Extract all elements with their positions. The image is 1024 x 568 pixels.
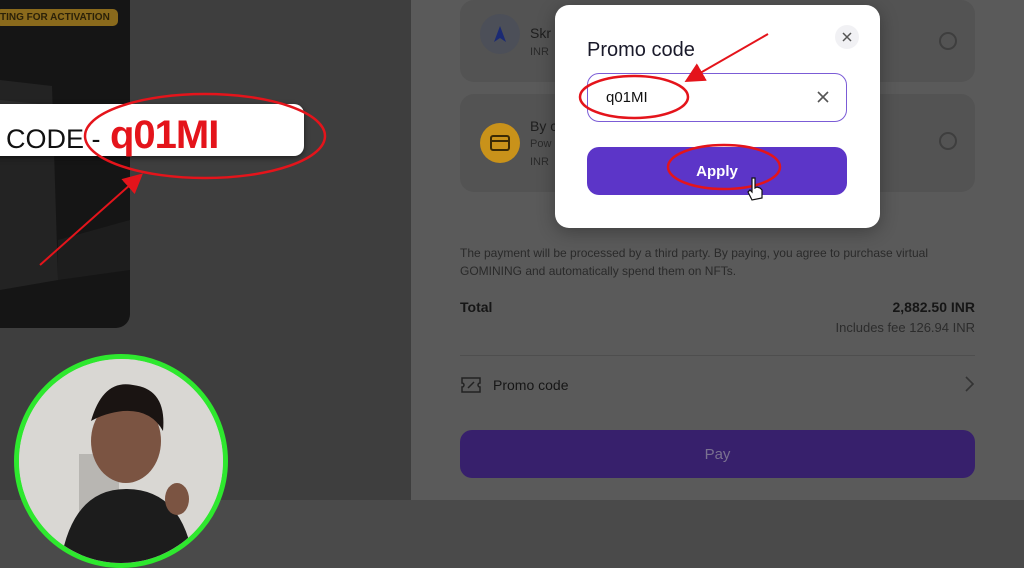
webcam-overlay	[14, 354, 228, 568]
product-card: TING FOR ACTIVATION	[0, 0, 130, 328]
radio-skrill[interactable]	[939, 32, 957, 50]
payment-option-title: By c	[530, 118, 558, 134]
payment-option-title: Skr	[530, 25, 551, 41]
presenter-avatar	[19, 359, 223, 563]
payment-option-subtitle: Pow	[530, 138, 552, 150]
clear-input-icon[interactable]	[813, 87, 833, 107]
total-label: Total	[460, 299, 493, 315]
promo-code-banner: CODE - q01MI	[0, 104, 304, 157]
promo-code-label: Promo code	[493, 377, 569, 393]
promo-code-input[interactable]	[587, 73, 847, 122]
modal-title: Promo code	[587, 39, 695, 61]
payment-option-subtitle: INR	[530, 156, 549, 168]
payment-notice: The payment will be processed by a third…	[460, 246, 929, 278]
total-value: 2,882.50 INR	[892, 299, 976, 315]
video-left-panel: TING FOR ACTIVATION CODE - q01MI	[0, 0, 411, 568]
card-icon	[480, 123, 520, 163]
ticket-icon	[461, 377, 481, 393]
status-badge: TING FOR ACTIVATION	[0, 9, 118, 26]
code-prefix: CODE -	[6, 124, 101, 154]
fee-text: Includes fee 126.94 INR	[835, 320, 975, 335]
skrill-logo-icon	[480, 14, 520, 54]
radio-card[interactable]	[939, 132, 957, 150]
apply-button[interactable]: Apply	[587, 147, 847, 195]
payment-option-subtitle: INR	[530, 46, 549, 58]
promo-code-row[interactable]: Promo code	[460, 368, 975, 402]
pay-button[interactable]: Pay	[460, 430, 975, 478]
close-icon	[842, 32, 852, 42]
close-button[interactable]	[835, 25, 859, 49]
chevron-right-icon	[965, 376, 975, 392]
promo-code-modal: Promo code Apply	[555, 5, 880, 228]
code-value: q01MI	[110, 113, 219, 157]
divider	[460, 355, 975, 356]
